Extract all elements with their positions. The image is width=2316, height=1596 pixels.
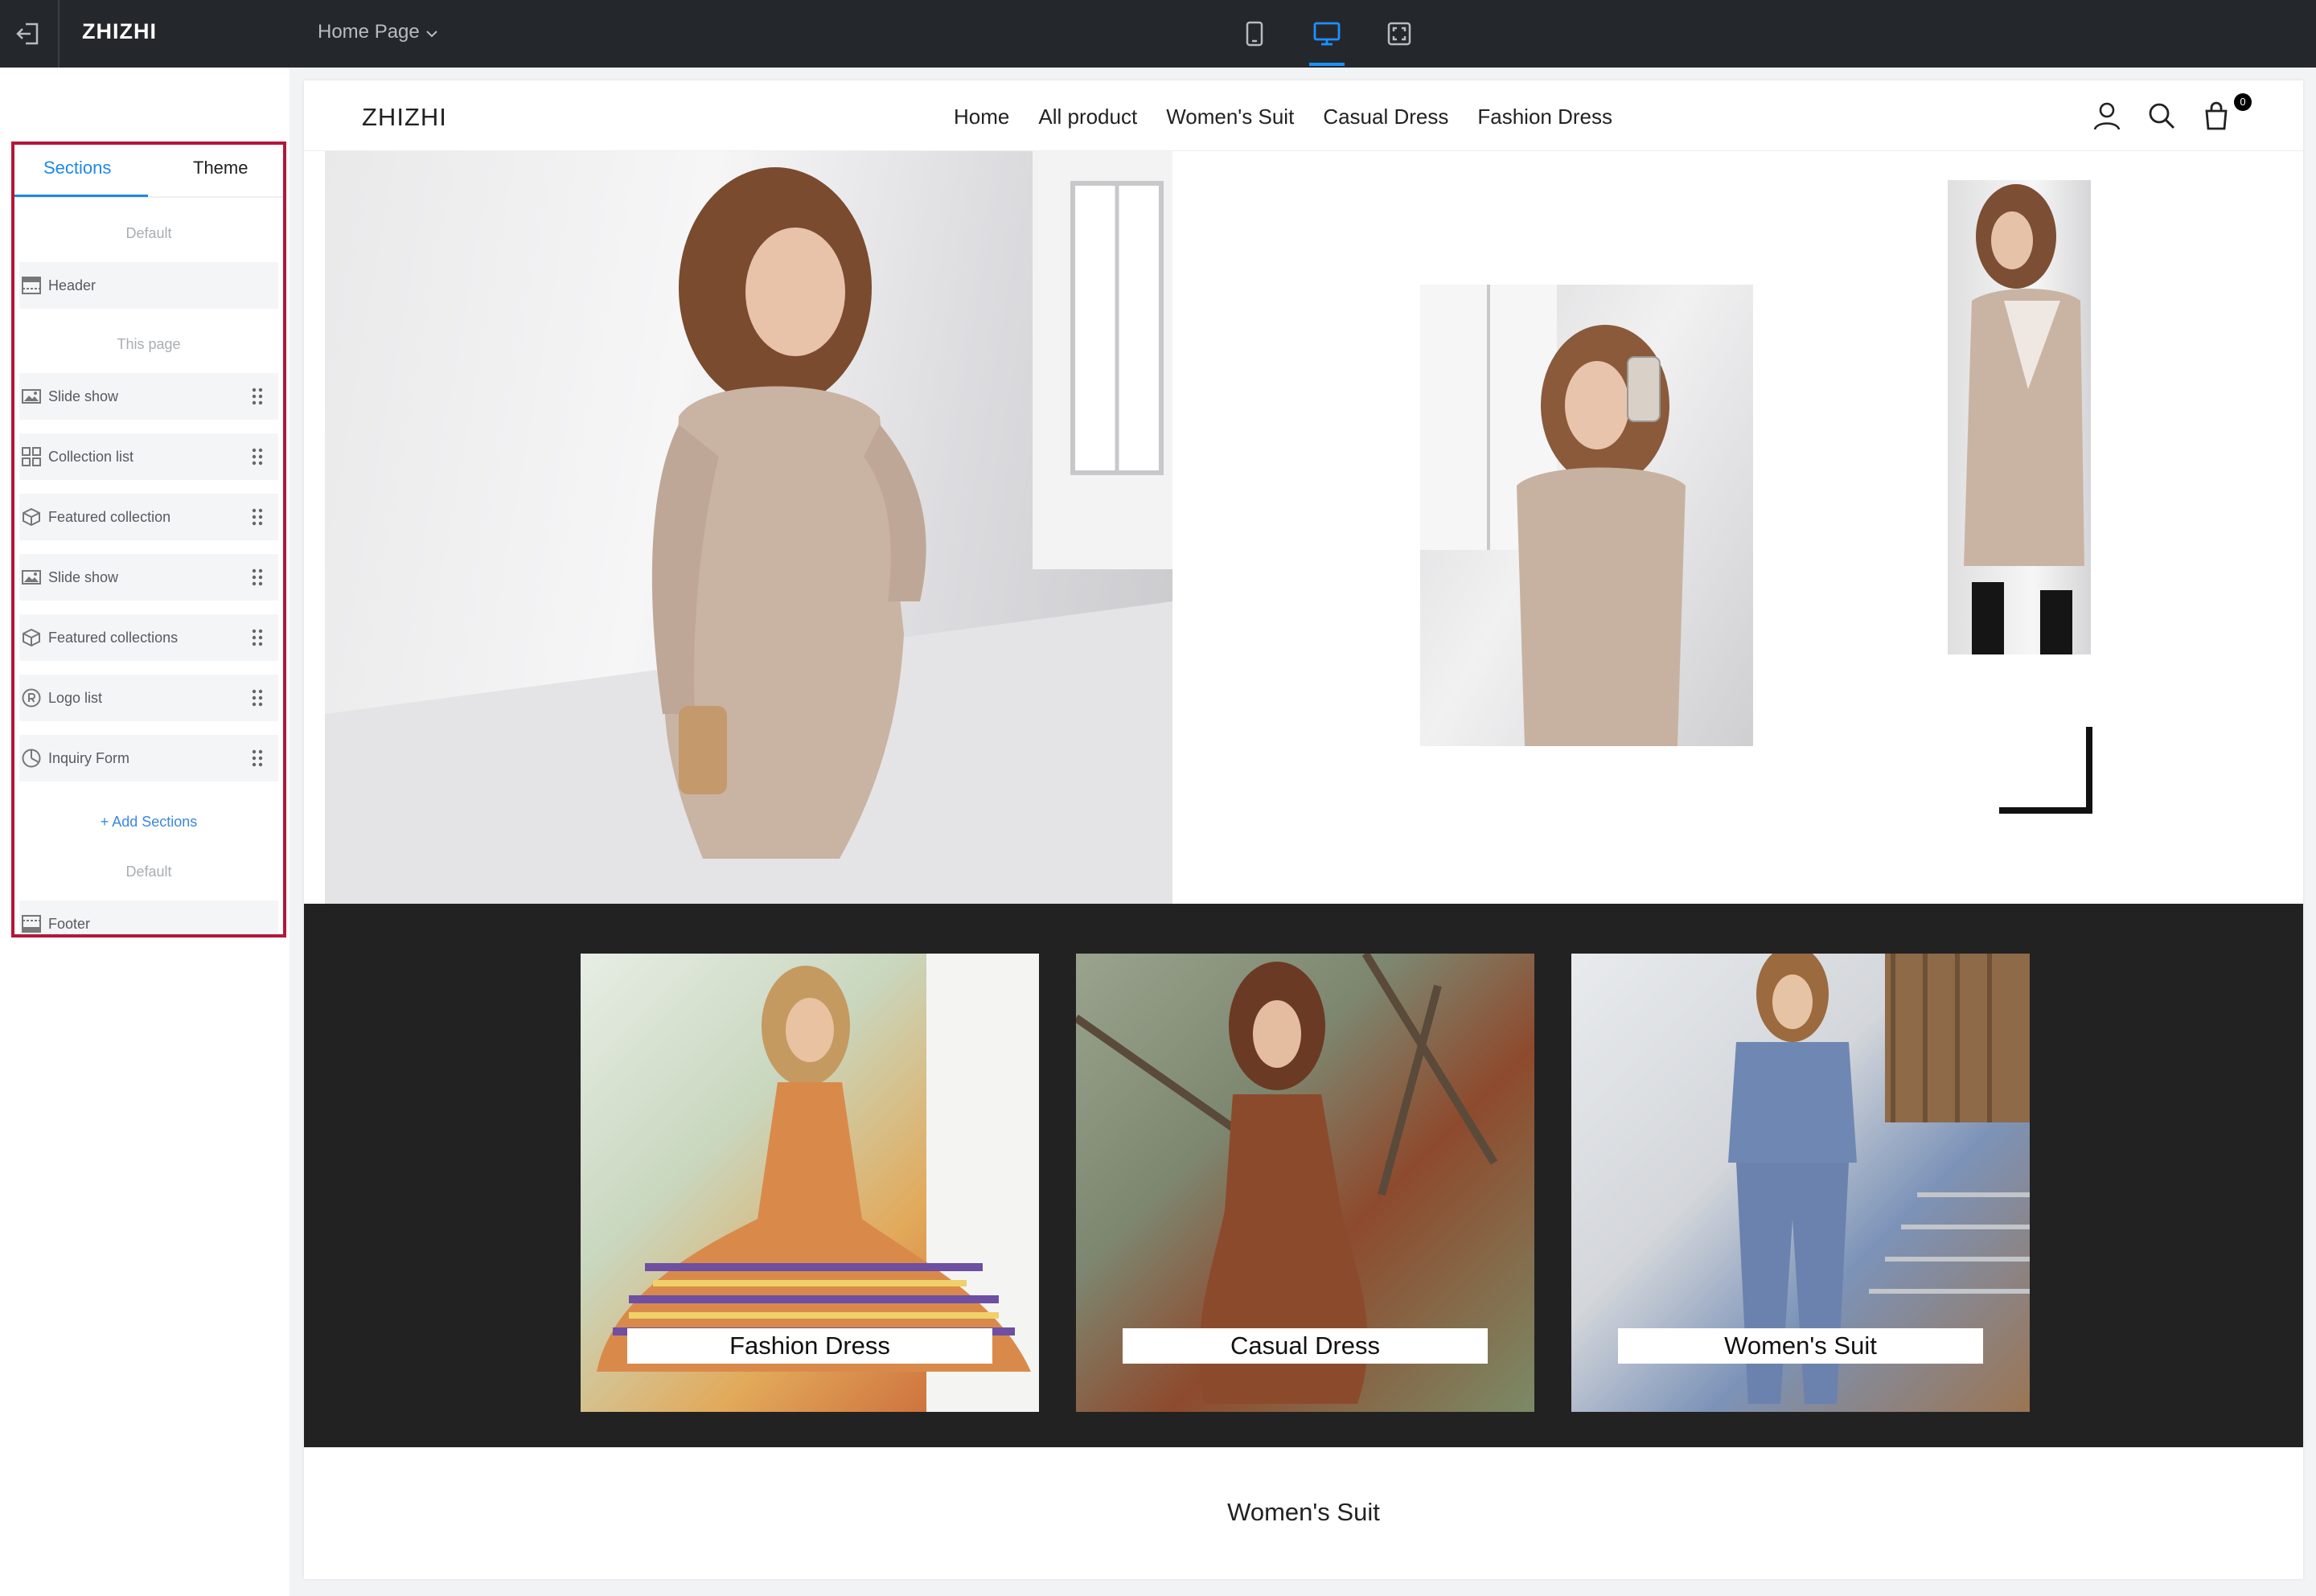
section-item-label: Header [48,277,96,293]
section-item-logo-list[interactable]: Logo list [19,675,278,721]
editor-topbar: ZHIZHI Home Page [0,0,2316,68]
fullscreen-icon[interactable] [1382,16,1417,51]
section-item-label: Collection list [48,448,134,465]
add-sections-link[interactable]: + Add Sections [14,814,283,831]
section-item-label: Featured collections [48,629,179,646]
nav-link-casual-dress[interactable]: Casual Dress [1323,105,1448,129]
collection-card-caption: Casual Dress [1123,1328,1488,1364]
section-item-footer[interactable]: Footer [19,901,278,934]
editor-brand: ZHIZHI [82,19,157,43]
page-selector-label: Home Page [318,21,420,43]
site-nav: Home All product Women's Suit Casual Dre… [954,105,1612,129]
section-item-slide-show[interactable]: Slide show [19,373,278,420]
collection-card-caption: Fashion Dress [627,1328,992,1364]
search-icon[interactable] [2146,100,2178,132]
image-gallery-icon [21,386,42,407]
active-tab-indicator [14,195,148,197]
slide-secondary-photo [1420,285,1753,746]
image-gallery-icon [21,567,42,588]
drag-handle-icon[interactable] [251,688,264,708]
slide-main-photo [325,151,1172,904]
section-item-header[interactable]: Header [19,262,278,309]
slide-tertiary-photo [1948,180,2091,654]
collection-card-fashion-dress[interactable]: Fashion Dress [581,954,1039,1412]
section-item-label: Slide show [48,568,119,585]
collection-card-womens-suit[interactable]: Women's Suit [1571,954,2030,1412]
drag-handle-icon[interactable] [251,568,264,587]
header-layout-icon [21,275,42,296]
footer-layout-icon [21,913,42,934]
section-item-label: Slide show [48,388,119,404]
pie-chart-icon [21,748,42,769]
drag-handle-icon[interactable] [251,507,264,527]
account-icon[interactable] [2091,100,2123,132]
tab-sections[interactable]: Sections [43,158,111,178]
drag-handle-icon[interactable] [251,387,264,406]
group-label-this-page: This page [117,336,181,352]
active-device-indicator [1309,63,1345,66]
featured-collection-title: Women's Suit [1227,1498,1380,1526]
drag-handle-icon[interactable] [251,628,264,647]
chevron-down-icon [426,21,437,43]
nav-link-womens-suit[interactable]: Women's Suit [1166,105,1294,129]
section-item-inquiry-form[interactable]: Inquiry Form [19,735,278,782]
site-header[interactable]: ZHIZHI Home All product Women's Suit Cas… [304,80,2303,151]
cube-icon [21,507,42,527]
cart-icon[interactable] [2200,100,2232,132]
section-item-label: Inquiry Form [48,749,130,766]
site-logo[interactable]: ZHIZHI [362,103,447,132]
drag-handle-icon[interactable] [251,749,264,768]
nav-link-fashion-dress[interactable]: Fashion Dress [1477,105,1612,129]
slideshow-section[interactable] [304,151,2303,904]
section-item-slide-show-2[interactable]: Slide show [19,554,278,601]
site-preview: ZHIZHI Home All product Women's Suit Cas… [304,80,2303,1579]
collection-card-casual-dress[interactable]: Casual Dress [1076,954,1534,1412]
registered-icon [21,687,42,708]
slide-decorative-bracket [1999,727,2092,814]
cart-count-badge: 0 [2234,93,2252,111]
section-item-collection-list[interactable]: Collection list [19,433,278,480]
section-item-label: Logo list [48,689,103,706]
tab-theme[interactable]: Theme [193,158,248,178]
desktop-icon[interactable] [1309,16,1345,51]
mobile-icon[interactable] [1237,16,1272,51]
collection-list-section: Fashion Dress Casual Dress Women's Suit [304,904,2303,1447]
section-item-featured-collection[interactable]: Featured collection [19,494,278,540]
left-panel: Sections Theme Default Header This page … [0,68,290,1596]
panel-tabs: Sections Theme [14,145,283,198]
collection-card-caption: Women's Suit [1618,1328,1983,1364]
topbar-divider [58,0,60,68]
nav-link-home[interactable]: Home [954,105,1009,129]
sections-panel: Sections Theme Default Header This page … [11,142,286,937]
page-selector[interactable]: Home Page [318,21,437,43]
cube-icon [21,627,42,648]
section-item-label: Featured collection [48,508,171,525]
group-label-default-bottom: Default [125,864,172,880]
exit-icon[interactable] [14,19,43,48]
nav-link-all-product[interactable]: All product [1038,105,1137,129]
section-item-label: Footer [48,915,91,932]
section-item-featured-collections[interactable]: Featured collections [19,614,278,661]
group-label-default: Default [125,225,172,241]
grid-icon [21,446,42,467]
drag-handle-icon[interactable] [251,447,264,466]
